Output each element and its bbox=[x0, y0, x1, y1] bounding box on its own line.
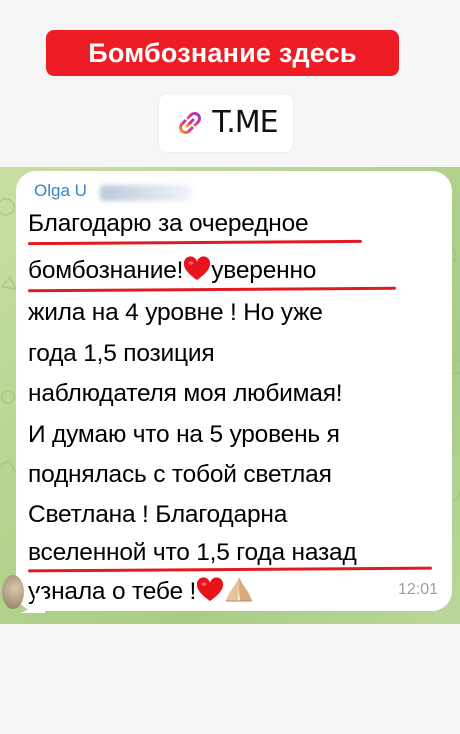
highlight-underline bbox=[27, 239, 363, 246]
headline-text: Бомбознание здесь bbox=[88, 38, 357, 68]
message-bubble[interactable]: Olga U Благодарю за очередное бомбознани… bbox=[2, 171, 452, 613]
sender-name-redaction bbox=[100, 185, 192, 201]
message-line: поднялась с тобой светлая bbox=[28, 461, 332, 488]
message-line: года 1,5 позиция bbox=[28, 340, 215, 367]
sender-name[interactable]: Olga U bbox=[34, 181, 87, 201]
telegram-link-button[interactable]: T.ME bbox=[159, 94, 293, 152]
message-line: наблюдателя моя любимая! bbox=[28, 380, 343, 407]
link-label: T.ME bbox=[212, 105, 278, 140]
praying-hands-emoji bbox=[224, 575, 254, 611]
message-line: вселенной что 1,5 года назад bbox=[28, 539, 357, 566]
chat-background: Olga U Благодарю за очередное бомбознани… bbox=[0, 167, 460, 624]
link-icon bbox=[179, 112, 202, 134]
header-area: Бомбознание здесь T.ME bbox=[0, 0, 460, 167]
headline-banner: Бомбознание здесь bbox=[46, 30, 399, 76]
message-time: 12:01 bbox=[397, 581, 438, 598]
message-line: узнала о тебе ! bbox=[28, 575, 254, 611]
message-line: жила на 4 уровне ! Но уже bbox=[28, 299, 323, 326]
message-text: уверенно bbox=[211, 257, 317, 284]
message-text: бомбознание! bbox=[28, 257, 184, 284]
message-line: Светлана ! Благодарна bbox=[28, 501, 288, 528]
heart-emoji bbox=[196, 577, 224, 611]
message-line: бомбознание! уверенно bbox=[28, 256, 316, 290]
message-text: узнала о тебе ! bbox=[28, 578, 197, 605]
message-line: Благодарю за очередное bbox=[28, 210, 309, 237]
footer-area bbox=[0, 624, 460, 734]
bubble-tail bbox=[21, 593, 45, 613]
heart-emoji bbox=[183, 256, 211, 290]
message-line: И думаю что на 5 уровень я bbox=[28, 421, 340, 448]
